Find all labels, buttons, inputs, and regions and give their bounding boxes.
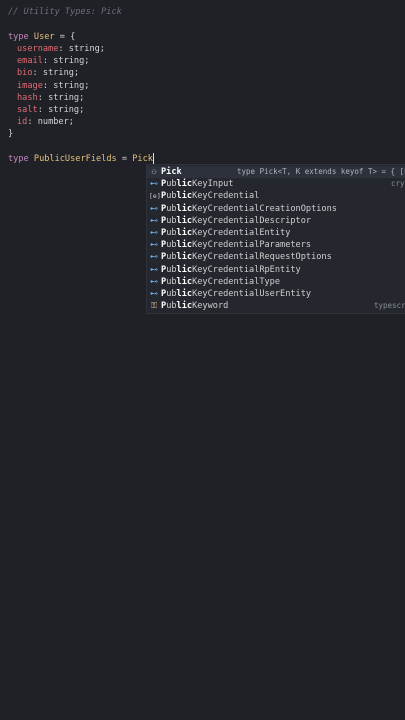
- suggestion-item[interactable]: ⊷ PublicKeyCredentialType: [147, 276, 405, 288]
- field-type: string;: [48, 92, 85, 103]
- close-brace: }: [8, 129, 14, 139]
- variable-icon: [e]: [149, 192, 161, 201]
- suggestion-label: PublicKeyInput: [161, 179, 234, 190]
- field-line: username: string;: [17, 43, 105, 55]
- field-type: string;: [42, 68, 80, 79]
- suggestion-label: PublicKeyCredentialEntity: [161, 228, 291, 238]
- suggestion-widget[interactable]: ⚇ Pick type Pick<T, K extends keyof T> = {…: [146, 164, 405, 314]
- suggestion-item[interactable]: ⊷ PublicKeyCredentialUserEntity: [147, 288, 405, 300]
- interface-icon: ⊷: [150, 215, 158, 225]
- suggestion-label: PublicKeyCredentialDescriptor: [161, 215, 312, 226]
- suggestion-label: PublicKeyCredentialCreationOptions: [161, 203, 337, 214]
- interface-icon: ⊷: [150, 289, 158, 298]
- keyword-type: type: [8, 154, 29, 164]
- suggestion-item[interactable]: ⚇ Pick type Pick<T, K extends keyof T> = {…: [147, 166, 405, 179]
- typed-text: Pick: [132, 154, 153, 164]
- field-name: hash: [17, 92, 38, 103]
- text-cursor: [152, 153, 154, 164]
- comment-line: // Utility Types: Pick: [8, 7, 122, 17]
- keyword-type: type: [8, 32, 29, 42]
- suggestion-item[interactable]: ⊷PublicKeyInput cryp: [147, 178, 405, 190]
- open-brace: = {: [54, 32, 76, 42]
- field-line: bio: string;: [17, 67, 79, 79]
- suggestion-label: PublicKeyCredentialUserEntity: [161, 289, 312, 299]
- field-line: salt: string;: [17, 104, 84, 116]
- colon: :: [42, 80, 54, 91]
- suggestion-label: Pick: [161, 167, 182, 177]
- interface-icon: ⊷: [150, 264, 158, 274]
- colon: :: [37, 92, 49, 103]
- suggestion-item[interactable]: ⊷ PublicKeyCredentialParameters: [147, 239, 405, 251]
- field-name: id: [17, 117, 28, 128]
- keyword-icon: ⚿: [150, 301, 158, 311]
- field-type: number;: [37, 117, 74, 128]
- field-type: string;: [68, 44, 105, 54]
- interface-icon: ⊷: [150, 203, 158, 213]
- field-name: bio: [17, 68, 33, 79]
- suggestion-item[interactable]: ⊷ PublicKeyCredentialRpEntity: [147, 264, 405, 276]
- field-line: hash: string;: [17, 92, 84, 104]
- colon: :: [42, 56, 54, 67]
- suggestion-label: PublicKeyCredentialRpEntity: [161, 264, 301, 275]
- colon: :: [32, 68, 43, 79]
- field-line: email: string;: [17, 55, 89, 67]
- type-name-user: User: [33, 32, 55, 42]
- field-name: image: [17, 80, 43, 91]
- suggestion-detail: typescri: [374, 301, 405, 311]
- field-name: email: [17, 56, 43, 67]
- colon: :: [58, 44, 69, 54]
- colon: :: [37, 105, 49, 115]
- field-name: salt: [17, 105, 38, 115]
- suggestion-item[interactable]: ⊷ PublicKeyCredentialCreationOptions: [147, 203, 405, 215]
- type-public-user-fields-declaration: type PublicUserFields = Pick: [8, 153, 154, 165]
- suggestion-item[interactable]: [e] PublicKeyCredential: [147, 190, 405, 202]
- suggestion-label: PublicKeyword: [161, 301, 229, 312]
- suggestion-item[interactable]: ⊷ PublicKeyCredentialEntity: [147, 227, 405, 239]
- suggestion-item[interactable]: ⊷ PublicKeyCredentialRequestOptions: [147, 251, 405, 263]
- interface-icon: ⊷: [150, 179, 158, 189]
- field-type: string;: [53, 56, 90, 67]
- field-type: string;: [48, 105, 85, 115]
- interface-icon: ⊷: [150, 228, 158, 237]
- suggestion-label: PublicKeyCredentialType: [161, 276, 281, 287]
- equals: =: [116, 154, 133, 164]
- suggestion-item[interactable]: ⚿PublicKeyword typescri: [147, 300, 405, 312]
- type-parameter-icon: ⚇: [151, 167, 157, 176]
- type-user-declaration: type User = {: [8, 31, 75, 43]
- suggestion-label: PublicKeyCredentialRequestOptions: [161, 252, 332, 263]
- suggestion-item[interactable]: ⊷ PublicKeyCredentialDescriptor: [147, 215, 405, 227]
- type-name-public-user-fields: PublicUserFields: [33, 154, 117, 164]
- field-line: id: number;: [17, 116, 74, 128]
- suggestion-label: PublicKeyCredential: [161, 191, 260, 202]
- suggestion-detail: type Pick<T, K extends keyof T> = { [P i: [237, 167, 405, 176]
- interface-icon: ⊷: [150, 252, 158, 262]
- field-line: image: string;: [17, 80, 89, 92]
- field-name: username: [17, 44, 59, 54]
- suggestion-detail: cryp: [391, 179, 405, 189]
- suggestion-label: PublicKeyCredentialParameters: [161, 240, 312, 251]
- interface-icon: ⊷: [150, 276, 158, 286]
- colon: :: [27, 117, 38, 128]
- field-type: string;: [53, 80, 90, 91]
- interface-icon: ⊷: [150, 240, 158, 250]
